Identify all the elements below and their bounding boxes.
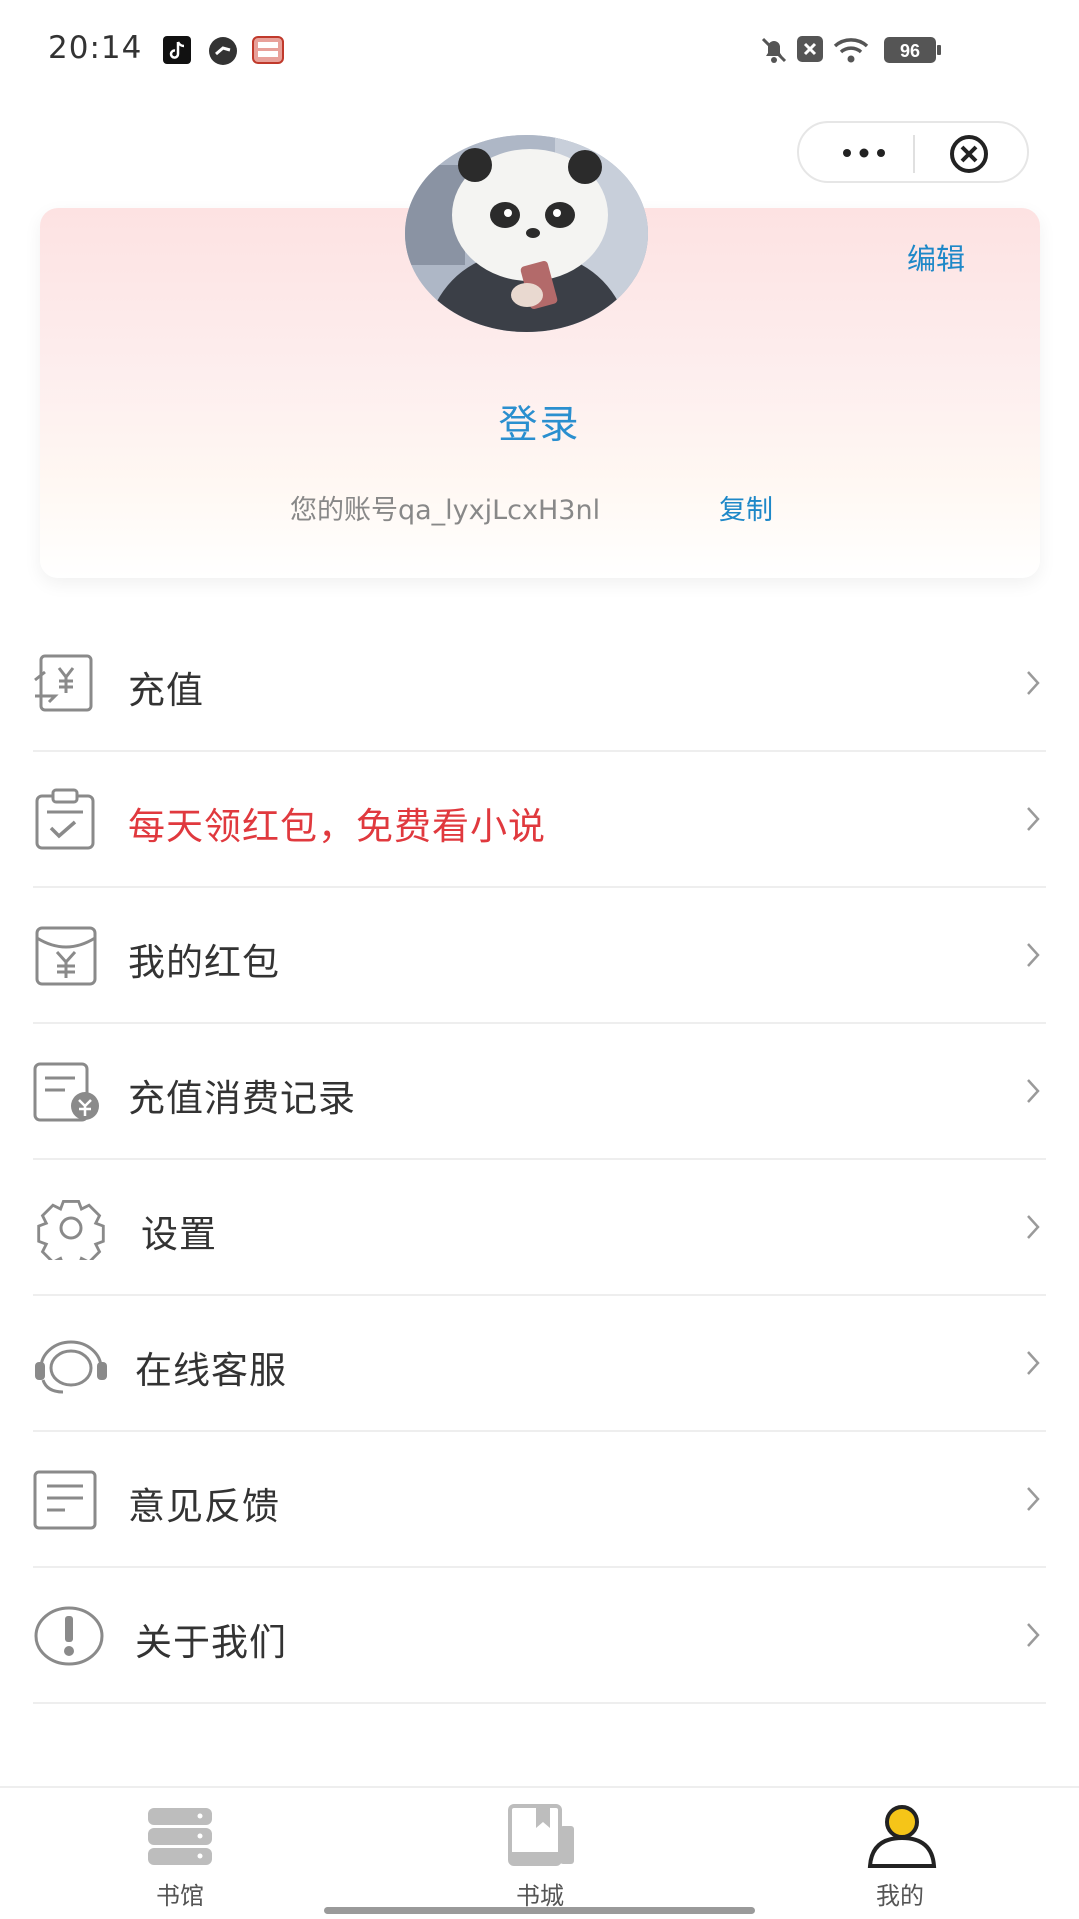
menu-label-recharge: 充值 xyxy=(128,669,204,712)
info-icon xyxy=(33,1604,104,1668)
chevron-right-icon xyxy=(1024,1484,1042,1514)
mute-icon xyxy=(760,36,788,68)
feedback-icon xyxy=(33,1468,103,1532)
menu-label-feedback: 意见反馈 xyxy=(128,1485,280,1528)
menu-label-customer-service: 在线客服 xyxy=(135,1349,287,1392)
chevron-right-icon xyxy=(1024,1076,1042,1106)
account-text: 您的账号qa_lyxjLcxH3nl xyxy=(290,495,601,526)
tab-label-bookshelf: 书馆 xyxy=(156,1882,204,1910)
headset-icon xyxy=(33,1332,107,1396)
store-icon xyxy=(252,36,284,68)
chevron-right-icon xyxy=(1024,668,1042,698)
clipboard-check-icon xyxy=(33,788,103,852)
chevron-right-icon xyxy=(1024,1212,1042,1242)
recharge-icon xyxy=(33,652,103,716)
menu-item-settings[interactable]: 设置 xyxy=(33,1160,1046,1296)
gear-icon xyxy=(33,1196,105,1268)
book-icon xyxy=(506,1804,574,1868)
chevron-right-icon xyxy=(1024,804,1042,834)
red-envelope-icon xyxy=(33,924,103,988)
battery-icon: 96 xyxy=(884,37,942,67)
menu-item-feedback[interactable]: 意见反馈 xyxy=(33,1432,1046,1568)
status-time: 20:14 xyxy=(48,30,143,66)
close-circle-icon[interactable] xyxy=(949,134,989,174)
more-dots-icon[interactable] xyxy=(837,138,891,168)
menu-list: 充值 每天领红包，免费看小说 我的红包 充值消费记录 设置 在线客服 意见反馈 … xyxy=(33,616,1046,1704)
chevron-right-icon xyxy=(1024,940,1042,970)
tab-label-bookstore: 书城 xyxy=(516,1882,564,1910)
login-label[interactable]: 登录 xyxy=(498,403,580,448)
app-icon xyxy=(208,36,238,70)
avatar[interactable] xyxy=(405,135,648,332)
menu-label-records: 充值消费记录 xyxy=(128,1077,356,1120)
menu-label-my-red-packet: 我的红包 xyxy=(128,941,280,984)
capsule-menu xyxy=(797,121,1029,183)
tiktok-icon xyxy=(163,36,191,68)
tab-bookstore[interactable]: 书城 xyxy=(440,1788,640,1919)
wifi-icon xyxy=(833,36,869,68)
menu-item-recharge[interactable]: 充值 xyxy=(33,616,1046,752)
menu-item-records[interactable]: 充值消费记录 xyxy=(33,1024,1046,1160)
tab-label-mine: 我的 xyxy=(876,1882,924,1910)
chevron-right-icon xyxy=(1024,1620,1042,1650)
copy-account-link[interactable]: 复制 xyxy=(719,488,773,527)
status-bar: 20:14 96 xyxy=(0,0,1079,100)
tab-mine[interactable]: 我的 xyxy=(800,1788,1000,1919)
bookshelf-icon xyxy=(146,1804,214,1868)
menu-label-daily-red-packet: 每天领红包，免费看小说 xyxy=(128,805,546,848)
menu-label-about: 关于我们 xyxy=(135,1621,287,1664)
login-button: 登录 xyxy=(0,394,1079,450)
menu-item-about[interactable]: 关于我们 xyxy=(33,1568,1046,1704)
capsule-divider xyxy=(913,135,915,173)
menu-item-customer-service[interactable]: 在线客服 xyxy=(33,1296,1046,1432)
close-box-icon xyxy=(797,36,823,66)
chevron-right-icon xyxy=(1024,1348,1042,1378)
tab-bookshelf[interactable]: 书馆 xyxy=(80,1788,280,1919)
menu-item-daily-red-packet[interactable]: 每天领红包，免费看小说 xyxy=(33,752,1046,888)
menu-item-my-red-packet[interactable]: 我的红包 xyxy=(33,888,1046,1024)
home-indicator xyxy=(324,1907,755,1914)
bill-record-icon xyxy=(33,1060,103,1124)
svg-text:96: 96 xyxy=(900,41,920,61)
bottom-tab-bar: 书馆 书城 我的 xyxy=(0,1786,1079,1919)
user-icon xyxy=(866,1804,937,1868)
edit-profile-link[interactable]: 编辑 xyxy=(907,236,965,278)
my-page: 20:14 96 编辑 登录 您的账号qa_lyxjLcxH3nl 复制 充值 … xyxy=(0,0,1079,1919)
menu-label-settings: 设置 xyxy=(141,1213,217,1256)
